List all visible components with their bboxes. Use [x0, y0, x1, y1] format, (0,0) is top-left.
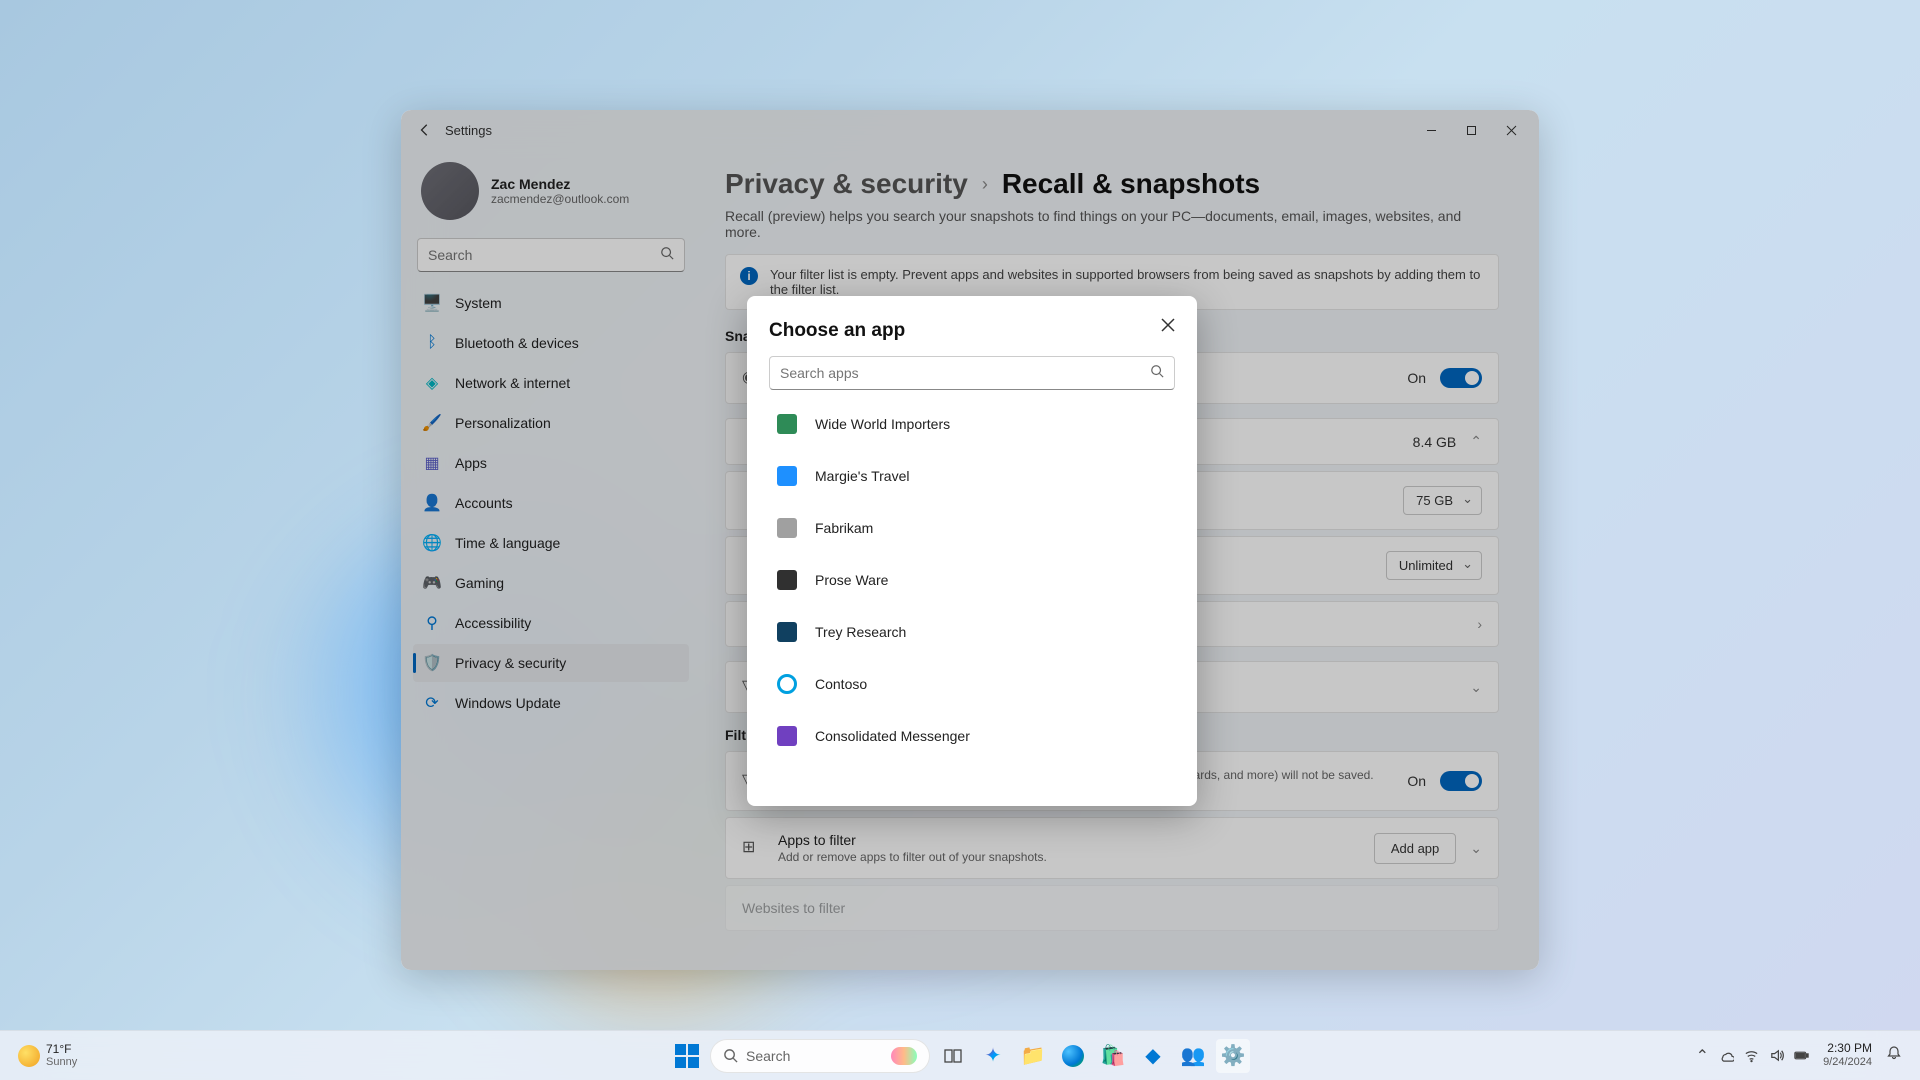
search-highlight-icon [891, 1047, 917, 1065]
taskbar-search[interactable]: Search [710, 1039, 930, 1073]
chevron-up-icon[interactable]: ⌃ [1696, 1046, 1709, 1066]
app-item[interactable]: Contoso [769, 658, 1173, 710]
store-icon: 🛍️ [1101, 1043, 1126, 1068]
windows-icon [675, 1044, 699, 1068]
search-icon [1150, 364, 1164, 383]
app-icon [777, 570, 797, 590]
app-item[interactable]: Consolidated Messenger [769, 710, 1173, 762]
edge-button[interactable] [1056, 1039, 1090, 1073]
app-icon [777, 674, 797, 694]
app-icon [777, 518, 797, 538]
diamond-icon: ◆ [1145, 1043, 1160, 1068]
store-button[interactable]: 🛍️ [1096, 1039, 1130, 1073]
edge-icon [1062, 1045, 1084, 1067]
app-item[interactable]: Prose Ware [769, 554, 1173, 606]
teams-icon: 👥 [1181, 1043, 1206, 1068]
folder-icon: 📁 [1021, 1043, 1046, 1068]
app-list[interactable]: Wide World Importers Margie's Travel Fabri… [769, 398, 1175, 796]
app-icon [777, 466, 797, 486]
onedrive-icon[interactable] [1719, 1048, 1734, 1063]
app-name: Trey Research [815, 624, 906, 640]
app-item[interactable]: Trey Research [769, 606, 1173, 658]
modal-title: Choose an app [769, 320, 1175, 342]
app-button-1[interactable]: ◆ [1136, 1039, 1170, 1073]
teams-button[interactable]: 👥 [1176, 1039, 1210, 1073]
app-icon [777, 414, 797, 434]
sun-icon [18, 1045, 40, 1067]
settings-button[interactable]: ⚙️ [1216, 1039, 1250, 1073]
copilot-button[interactable]: ✦ [976, 1039, 1010, 1073]
notifications-button[interactable] [1886, 1045, 1902, 1066]
clock[interactable]: 2:30 PM 9/24/2024 [1823, 1042, 1872, 1068]
app-name: Prose Ware [815, 572, 888, 588]
app-item[interactable]: Wide World Importers [769, 398, 1173, 450]
modal-search-input[interactable] [780, 365, 1142, 381]
app-name: Fabrikam [815, 520, 873, 536]
weather-widget[interactable]: 71°F Sunny [18, 1043, 77, 1068]
modal-search[interactable] [769, 356, 1175, 390]
battery-icon[interactable] [1794, 1048, 1809, 1063]
task-view-button[interactable] [936, 1039, 970, 1073]
weather-cond: Sunny [46, 1056, 77, 1068]
app-name: Contoso [815, 676, 867, 692]
explorer-button[interactable]: 📁 [1016, 1039, 1050, 1073]
clock-time: 2:30 PM [1823, 1042, 1872, 1056]
taskbar-search-placeholder: Search [746, 1048, 790, 1064]
system-tray[interactable]: ⌃ [1696, 1046, 1809, 1066]
wifi-icon[interactable] [1744, 1048, 1759, 1063]
start-button[interactable] [670, 1039, 704, 1073]
app-icon [777, 622, 797, 642]
app-name: Consolidated Messenger [815, 728, 970, 744]
weather-temp: 71°F [46, 1043, 77, 1056]
app-name: Margie's Travel [815, 468, 909, 484]
app-icon [777, 726, 797, 746]
clock-date: 9/24/2024 [1823, 1056, 1872, 1069]
taskbar: 71°F Sunny Search ✦ 📁 🛍️ ◆ 👥 ⚙️ ⌃ 2:30 [0, 1030, 1920, 1080]
app-item[interactable]: Fabrikam [769, 502, 1173, 554]
volume-icon[interactable] [1769, 1048, 1784, 1063]
choose-app-modal: Choose an app Wide World Importers Margie… [747, 296, 1197, 806]
app-item[interactable]: Margie's Travel [769, 450, 1173, 502]
gear-icon: ⚙️ [1221, 1043, 1246, 1068]
modal-close-button[interactable] [1161, 318, 1175, 337]
app-name: Wide World Importers [815, 416, 950, 432]
